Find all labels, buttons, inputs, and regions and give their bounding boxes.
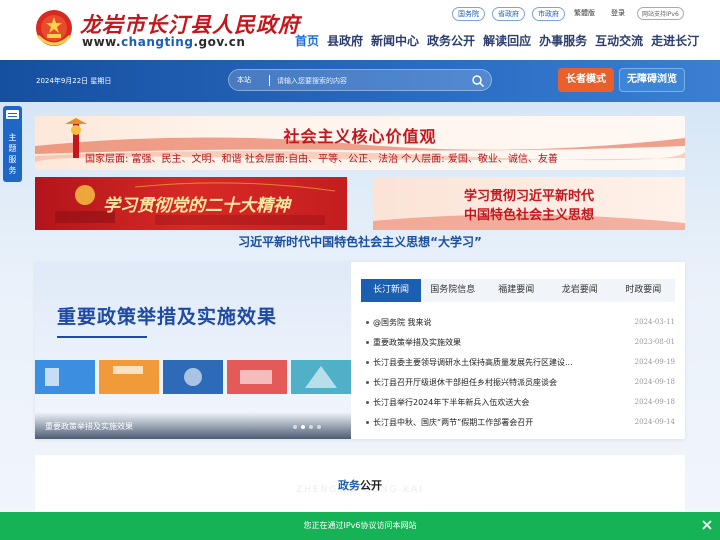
news-date: 2024-09-18 (634, 378, 675, 386)
xi-thought-banner[interactable]: 学习贯彻习近平新时代 中国特色社会主义思想 (373, 177, 685, 230)
search-scope[interactable]: 本站 (237, 75, 251, 85)
news-title[interactable]: 长汀县中秋、国庆“两节”假期工作部署会召开 (373, 417, 605, 428)
news-panel: 重要政策举措及实施效果 重要政策举措及实施效果 长汀新闻 国务院信息 福建要闻 … (35, 262, 685, 439)
section-title[interactable]: 政务公开 (35, 477, 685, 493)
theme-service-tab[interactable]: 主题服务 (3, 106, 22, 182)
list-item[interactable]: 重要政策举措及实施效果 2023-08-01 (361, 332, 675, 352)
nav-home[interactable]: 首页 (295, 32, 319, 49)
domain-accent: changting (121, 35, 194, 49)
nav-interaction[interactable]: 互动交流 (595, 32, 643, 49)
twentieth-congress-text: 学习贯彻党的二十大精神 (103, 196, 290, 216)
tab-changting-news[interactable]: 长汀新闻 (361, 279, 421, 302)
bullet-icon (366, 381, 369, 384)
bullet-icon (366, 321, 369, 324)
tab-fujian-news[interactable]: 福建要闻 (485, 279, 549, 302)
link-city-gov[interactable]: 市政府 (532, 7, 565, 21)
nav-services[interactable]: 办事服务 (539, 32, 587, 49)
bullet-icon (366, 421, 369, 424)
list-item[interactable]: 长汀县委主要领导调研水土保持高质量发展先行区建设... 2024-09-19 (361, 352, 675, 372)
big-study-link[interactable]: 习近平新时代中国特色社会主义思想“大学习” (0, 233, 720, 250)
elder-mode-button[interactable]: 长者模式 (558, 68, 614, 92)
core-values-title: 社会主义核心价值观 (283, 127, 437, 146)
list-item[interactable]: 长汀县举行2024年下半年新兵入伍欢送大会 2024-09-18 (361, 392, 675, 412)
section-title-rest: 公开 (360, 479, 382, 492)
list-item[interactable]: 长汀县召开厅级退休干部担任乡村振兴特派员座谈会 2024-09-18 (361, 372, 675, 392)
link-province-gov[interactable]: 省政府 (492, 7, 525, 21)
login-link[interactable]: 登录 (611, 8, 625, 18)
main-nav: 首页 县政府 新闻中心 政务公开 解读回应 办事服务 互动交流 走进长汀 (295, 32, 699, 49)
news-title[interactable]: @国务院 我来说 (373, 317, 605, 328)
nav-news-center[interactable]: 新闻中心 (371, 32, 419, 49)
menu-icon (6, 110, 19, 119)
carousel-dot-1[interactable] (293, 425, 297, 429)
carousel-headline: 重要政策举措及实施效果 (57, 306, 278, 328)
top-band: 2024年9月22日 星期日 本站 长者模式 无障碍浏览 (0, 60, 720, 102)
carousel-underline (57, 336, 147, 338)
news-title[interactable]: 长汀县召开厅级退休干部担任乡村振兴特派员座谈会 (373, 377, 605, 388)
core-values-text: 国家层面: 富强、民主、文明、和谐 社会层面:自由、平等、公正、法治 个人层面:… (85, 154, 558, 165)
news-list: @国务院 我来说 2024-03-11 重要政策举措及实施效果 2023-08-… (361, 312, 675, 432)
traditional-chinese-link[interactable]: 繁體版 (574, 8, 595, 18)
search-box: 本站 (228, 69, 492, 91)
bullet-icon (366, 361, 369, 364)
link-state-council[interactable]: 国务院 (452, 7, 485, 21)
core-values-banner[interactable]: 社会主义核心价值观 国家层面: 富强、民主、文明、和谐 社会层面:自由、平等、公… (35, 116, 685, 170)
domain-suffix: .gov.cn (193, 35, 246, 49)
bullet-icon (366, 341, 369, 344)
news-date: 2024-03-11 (634, 318, 675, 326)
news-title[interactable]: 长汀县举行2024年下半年新兵入伍欢送大会 (373, 397, 605, 408)
carousel-dot-4[interactable] (317, 425, 321, 429)
news-date: 2024-09-19 (634, 358, 675, 366)
site-header: 龙岩市长汀县人民政府 www.changting.gov.cn 国务院 省政府 … (0, 0, 720, 60)
carousel-illustration (35, 360, 351, 394)
carousel-dot-3[interactable] (309, 425, 313, 429)
xi-thought-line1: 学习贯彻习近平新时代 (463, 189, 594, 204)
news-carousel[interactable]: 重要政策举措及实施效果 重要政策举措及实施效果 (35, 262, 351, 439)
nav-gov-affairs[interactable]: 政务公开 (427, 32, 475, 49)
list-item[interactable]: 长汀县中秋、国庆“两节”假期工作部署会召开 2024-09-14 (361, 412, 675, 432)
carousel-dot-2[interactable] (301, 425, 305, 429)
news-date: 2023-08-01 (634, 338, 675, 346)
nav-county-gov[interactable]: 县政府 (327, 32, 363, 49)
theme-service-label: 主题服务 (8, 133, 17, 175)
domain-prefix: www. (82, 35, 122, 49)
site-domain: www.changting.gov.cn (82, 35, 245, 49)
close-icon[interactable] (700, 518, 714, 532)
search-icon[interactable] (471, 74, 485, 88)
ipv6-badge: 网站支持IPv6 (637, 7, 684, 20)
list-item[interactable]: @国务院 我来说 2024-03-11 (361, 312, 675, 332)
search-separator (269, 75, 270, 86)
nav-interpretation[interactable]: 解读回应 (483, 32, 531, 49)
carousel-caption[interactable]: 重要政策举措及实施效果 (45, 421, 133, 432)
national-emblem-icon (36, 10, 72, 46)
ipv6-notice-text: 您正在通过IPv6协议访问本网站 (303, 521, 417, 530)
xi-thought-line2: 中国特色社会主义思想 (463, 208, 594, 223)
nav-about[interactable]: 走进长汀 (651, 32, 699, 49)
news-date: 2024-09-18 (634, 398, 675, 406)
ipv6-notice-bar: 您正在通过IPv6协议访问本网站 (0, 512, 720, 540)
section-title-highlight: 政务 (338, 479, 360, 492)
gov-affairs-section: ZHENGWU GONG KAI 政务公开 (35, 455, 685, 515)
news-title[interactable]: 重要政策举措及实施效果 (373, 337, 605, 348)
tab-state-council-info[interactable]: 国务院信息 (421, 279, 485, 302)
carousel-dots (293, 425, 321, 429)
top-links: 国务院 省政府 市政府 (452, 7, 565, 21)
accessible-browse-button[interactable]: 无障碍浏览 (619, 68, 685, 92)
news-tabs: 长汀新闻 国务院信息 福建要闻 龙岩要闻 时政要闻 (361, 279, 675, 302)
tab-longyan-news[interactable]: 龙岩要闻 (548, 279, 612, 302)
search-input[interactable] (277, 73, 467, 88)
twentieth-congress-banner[interactable]: 学习贯彻党的二十大精神 (35, 177, 347, 230)
bullet-icon (366, 401, 369, 404)
news-date: 2024-09-14 (634, 418, 675, 426)
news-title[interactable]: 长汀县委主要领导调研水土保持高质量发展先行区建设... (373, 357, 605, 368)
current-date: 2024年9月22日 星期日 (36, 77, 112, 85)
tab-politics-news[interactable]: 时政要闻 (612, 279, 676, 302)
